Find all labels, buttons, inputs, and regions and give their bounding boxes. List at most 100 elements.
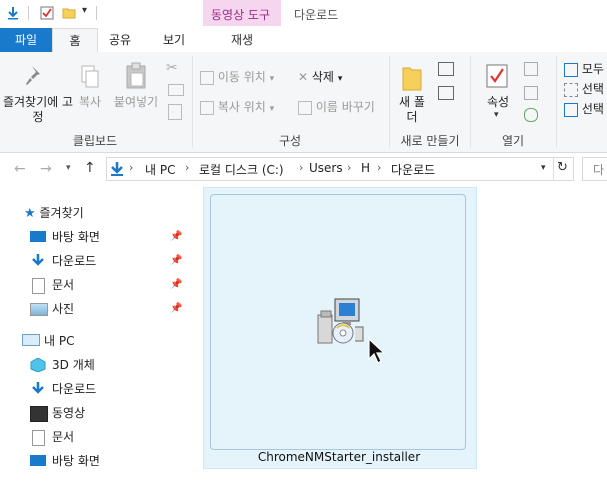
chevron-down-icon: ▾ — [269, 74, 275, 84]
breadcrumb-h[interactable]: H — [361, 161, 370, 175]
navigation-pane: ★ 즐겨찾기 바탕 화면 📌 다운로드 📌 문서 📌 사진 📌 내 PC 3D … — [0, 196, 196, 482]
refresh-icon[interactable]: ↻ — [557, 160, 568, 175]
search-input[interactable]: 다 — [582, 157, 607, 181]
tab-file[interactable]: 파일 — [0, 28, 52, 52]
nav-item-desktop-pc[interactable]: 바탕 화면 — [30, 450, 190, 472]
chevron-down-icon: ▾ — [269, 104, 275, 114]
properties-button[interactable]: 속성 — [478, 95, 518, 110]
properties-check-icon[interactable] — [40, 6, 54, 20]
new-folder-button[interactable]: 새 폴더 — [396, 95, 428, 125]
open-group-label: 열기 — [501, 134, 525, 148]
installer-icon — [317, 298, 364, 344]
nav-item-label: 동영상 — [52, 406, 86, 420]
breadcrumb-separator[interactable]: › — [299, 161, 303, 174]
nav-item-downloads[interactable]: 다운로드 📌 — [30, 250, 190, 272]
history-icon[interactable] — [524, 108, 538, 122]
cut-icon[interactable]: ✂ — [166, 60, 178, 76]
breadcrumb-separator[interactable]: › — [185, 161, 189, 174]
address-dropdown-icon[interactable]: ▾ — [541, 163, 546, 173]
nav-item-videos[interactable]: 동영상 — [30, 402, 190, 424]
document-icon — [32, 278, 45, 294]
qat-divider — [96, 6, 97, 20]
move-to-button[interactable]: 이동 위치 ▾ — [200, 68, 274, 86]
select-all-icon — [564, 62, 578, 77]
breadcrumb-separator[interactable]: › — [347, 161, 351, 174]
pinned-icon: 📌 — [170, 303, 183, 314]
pinned-icon: 📌 — [170, 279, 183, 290]
nav-item-documents[interactable]: 문서 📌 — [30, 274, 190, 296]
select-none-icon — [564, 82, 578, 97]
tab-play[interactable]: 재생 — [203, 28, 281, 52]
breadcrumb-downloads[interactable]: 다운로드 — [391, 161, 435, 178]
tab-share[interactable]: 공유 — [98, 28, 142, 52]
organize-group-label: 구성 — [278, 134, 302, 148]
qat-customize-icon[interactable]: ▾ — [82, 5, 87, 16]
breadcrumb-separator[interactable]: › — [129, 161, 133, 174]
breadcrumb-separator[interactable]: › — [377, 161, 381, 174]
forward-arrow-icon[interactable]: → — [40, 161, 52, 177]
nav-item-label: 사진 — [52, 302, 75, 316]
copy-to-button[interactable]: 복사 위치 ▾ — [200, 98, 274, 116]
nav-item-label: 다운로드 — [52, 254, 97, 268]
invert-selection-label: 선택 — [581, 102, 604, 116]
downloads-icon — [111, 162, 123, 176]
desktop-icon — [30, 231, 46, 242]
select-none-button[interactable]: 선택 — [564, 80, 604, 98]
mouse-cursor-icon — [368, 337, 386, 364]
copy-icon — [81, 65, 99, 88]
invert-selection-icon — [564, 102, 578, 117]
recent-locations-icon[interactable]: ▾ — [66, 163, 71, 173]
rename-button[interactable]: 이름 바꾸기 — [298, 98, 375, 116]
paste-icon — [126, 62, 146, 89]
invert-selection-button[interactable]: 선택 — [564, 100, 604, 118]
new-folder-icon[interactable] — [62, 6, 76, 20]
select-all-button[interactable]: 모두 — [564, 60, 604, 78]
breadcrumb-local-disk[interactable]: 로컬 디스크 (C:) — [199, 161, 284, 178]
desktop-icon — [30, 455, 46, 466]
new-item-icon[interactable] — [438, 62, 454, 76]
tab-home[interactable]: 홈 — [52, 28, 98, 54]
pinned-icon: 📌 — [170, 231, 183, 242]
nav-item-label: 바탕 화면 — [52, 230, 100, 244]
nav-item-downloads-pc[interactable]: 다운로드 — [30, 378, 190, 400]
back-arrow-icon[interactable]: ← — [14, 161, 26, 177]
paste-shortcut-icon[interactable] — [168, 104, 182, 120]
nav-item-label: 문서 — [52, 430, 75, 444]
nav-quick-access-label: 즐겨찾기 — [39, 206, 84, 220]
qat-divider — [28, 6, 29, 20]
pin-quick-access-button[interactable]: 즐겨찾기에 고정 — [2, 95, 74, 125]
properties-icon — [486, 64, 508, 88]
down-arrow-icon[interactable] — [6, 6, 20, 20]
breadcrumb-users[interactable]: Users — [309, 161, 343, 175]
copy-to-icon — [200, 100, 214, 115]
nav-item-desktop[interactable]: 바탕 화면 📌 — [30, 226, 190, 248]
new-group-label: 새로 만들기 — [400, 134, 460, 148]
easy-access-icon[interactable] — [438, 86, 454, 100]
up-arrow-icon[interactable]: ↑ — [84, 160, 96, 176]
nav-item-label: 3D 개체 — [52, 358, 95, 372]
nav-quick-access[interactable]: ★ 즐겨찾기 — [24, 202, 194, 224]
file-thumbnail[interactable] — [210, 194, 466, 450]
copy-path-icon[interactable] — [168, 84, 184, 96]
pictures-icon — [30, 303, 48, 316]
window-title: 다운로드 — [294, 8, 339, 22]
nav-item-pictures[interactable]: 사진 📌 — [30, 298, 190, 320]
address-divider — [553, 158, 554, 180]
downloads-icon — [32, 382, 44, 394]
breadcrumb-this-pc[interactable]: 내 PC — [145, 161, 175, 178]
copy-button[interactable]: 복사 — [74, 95, 106, 110]
paste-button[interactable]: 붙여넣기 — [108, 95, 164, 110]
open-icon[interactable] — [524, 62, 538, 76]
nav-item-3d-objects[interactable]: 3D 개체 — [30, 354, 190, 376]
search-placeholder: 다 — [593, 163, 605, 177]
pin-icon — [26, 66, 40, 85]
nav-this-pc[interactable]: 내 PC — [22, 330, 192, 352]
nav-item-label: 바탕 화면 — [52, 454, 100, 468]
tab-view[interactable]: 보기 — [148, 28, 200, 52]
address-bar[interactable]: › 내 PC › 로컬 디스크 (C:) › Users › H › 다운로드 … — [106, 157, 574, 181]
nav-item-documents-pc[interactable]: 문서 — [30, 426, 190, 448]
delete-button[interactable]: ✕ 삭제 ▾ — [298, 68, 342, 86]
clipboard-group-label: 클립보드 — [72, 134, 118, 148]
new-folder-icon — [402, 67, 422, 91]
edit-icon[interactable] — [524, 86, 538, 100]
